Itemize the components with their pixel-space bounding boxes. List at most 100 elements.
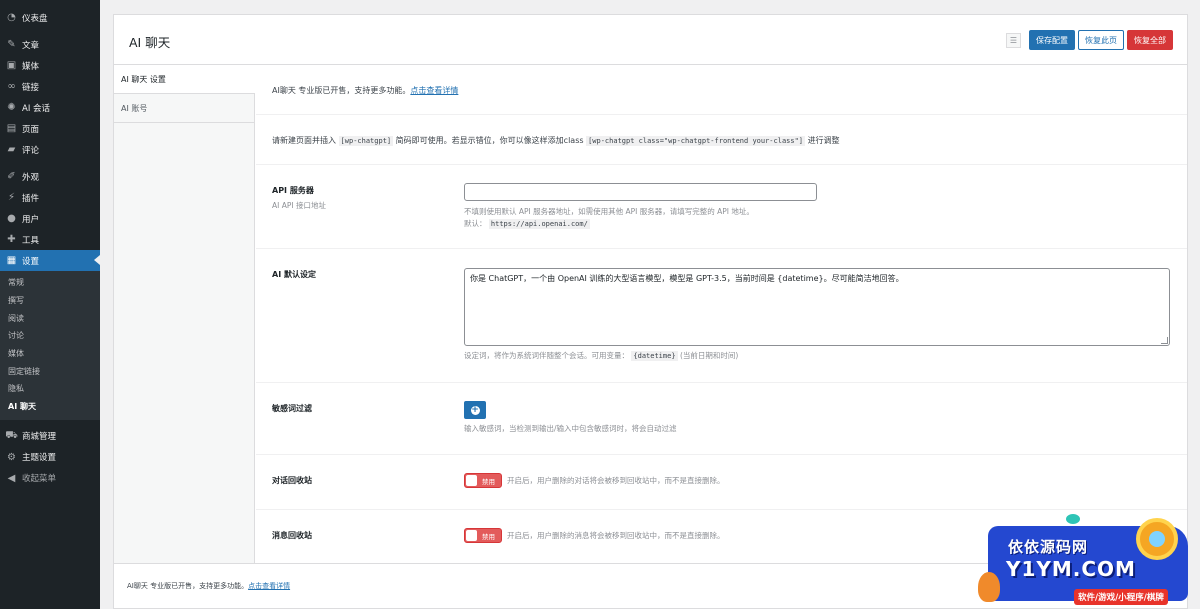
shortcode-code: [wp-chatgpt] xyxy=(338,136,394,146)
settings-tabs: AI 聊天 设置 AI 账号 xyxy=(114,65,255,563)
chat-recycle-toggle[interactable]: 禁用 xyxy=(464,473,502,488)
menu-collapse[interactable]: ◀ 收起菜单 xyxy=(0,468,100,489)
shortcode-class-code: [wp-chatgpt class="wp-chatgpt-frontend y… xyxy=(586,136,806,146)
notice-text: AI聊天 专业版已开售，支持更多功能。 xyxy=(272,86,411,95)
collapse-icon: ◀ xyxy=(7,472,16,484)
user-icon: ● xyxy=(7,213,16,224)
menu-label: 仪表盘 xyxy=(22,13,48,24)
shortcode-text-after: 进行调整 xyxy=(807,136,840,145)
brush-icon: ✐ xyxy=(7,171,16,182)
msg-recycle-toggle-wrap: 禁用 开启后，用户删除的消息将会被移到回收站中，而不是直接删除。 xyxy=(464,528,725,543)
footer-link[interactable]: 点击查看详情 xyxy=(248,582,290,590)
submenu-writing[interactable]: 撰写 xyxy=(0,292,100,310)
menu-users[interactable]: ● 用户 xyxy=(0,208,100,229)
api-server-sublabel: AI API 接口地址 xyxy=(272,201,326,210)
notice-link[interactable]: 点击查看详情 xyxy=(410,86,458,95)
msg-recycle-field: 禁用 开启后，用户删除的消息将会被移到回收站中，而不是直接删除。 xyxy=(464,528,725,543)
watermark-title: 依依源码网 xyxy=(1008,538,1089,556)
api-server-label: API 服务器 xyxy=(272,186,314,195)
menu-label: 插件 xyxy=(22,193,40,204)
menu-label: 链接 xyxy=(22,82,40,93)
cart-icon: ⛟ xyxy=(5,429,18,441)
menu-theme-settings[interactable]: ⚙ 主题设置 xyxy=(0,447,100,468)
menu-label: 外观 xyxy=(22,172,40,183)
sensitive-label: 敏感词过滤 xyxy=(272,404,312,413)
menu-appearance[interactable]: ✐ 外观 xyxy=(0,166,100,187)
gear-icon: ⚙ xyxy=(7,451,16,463)
toggle-label: 禁用 xyxy=(482,533,495,541)
api-server-field: 不填则使用默认 API 服务器地址，如需使用其他 API 服务器，请填写完整的 … xyxy=(464,183,817,230)
add-word-button[interactable]: + xyxy=(464,401,486,419)
resize-grip-icon[interactable] xyxy=(1161,337,1168,344)
page-title: AI 聊天 xyxy=(129,35,171,50)
default-prefix: 默认： xyxy=(464,219,487,228)
msg-recycle-label: 消息回收站 xyxy=(272,531,312,540)
menu-label: 媒体 xyxy=(22,61,40,72)
menu-label: AI 会话 xyxy=(22,103,51,114)
menu-plugins[interactable]: ⚡ 插件 xyxy=(0,187,100,208)
chat-recycle-label: 对话回收站 xyxy=(272,476,312,485)
submenu-permalinks[interactable]: 固定链接 xyxy=(0,362,100,380)
menu-label: 工具 xyxy=(22,235,40,246)
shortcode-text-middle: 简码即可使用。若显示错位，你可以像这样添加class xyxy=(395,136,584,145)
menu-ai-chat-sessions[interactable]: ✺ AI 会话 xyxy=(0,97,100,118)
tab-ai-account[interactable]: AI 账号 xyxy=(114,94,254,123)
api-server-row: API 服务器 AI API 接口地址 不填则使用默认 API 服务器地址，如需… xyxy=(256,165,1187,249)
menu-label: 商城管理 xyxy=(22,432,57,442)
page-icon: ▤ xyxy=(6,123,17,134)
api-server-input[interactable] xyxy=(464,183,817,201)
submenu-general[interactable]: 常规 xyxy=(0,274,100,292)
submenu-ai-chat[interactable]: AI 聊天 xyxy=(0,398,100,416)
ai-default-textarea[interactable]: 你是 ChatGPT，一个由 OpenAI 训练的大型语言模型，模型是 GPT-… xyxy=(464,268,1170,346)
dashboard-icon: ◔ xyxy=(7,12,16,23)
ai-default-desc-after: (当前日期和时间) xyxy=(679,351,739,360)
menu-comments[interactable]: ▰ 评论 xyxy=(0,139,100,160)
restore-page-button[interactable]: 恢复此页 xyxy=(1078,30,1124,50)
menu-tools[interactable]: ✚ 工具 xyxy=(0,229,100,250)
menu-links[interactable]: ∞ 链接 xyxy=(0,76,100,97)
api-server-default: 默认： https://api.openai.com/ xyxy=(464,218,817,230)
magnifier-icon xyxy=(1136,518,1178,560)
menu-label: 收起菜单 xyxy=(22,474,57,484)
sensitive-desc: 输入敏感词，当检测到输出/输入中包含敏感词时，将会自动过滤 xyxy=(464,424,677,433)
sparkle-icon xyxy=(1066,514,1080,524)
tab-ai-chat-settings[interactable]: AI 聊天 设置 xyxy=(114,65,255,94)
chat-recycle-field: 禁用 开启后，用户删除的对话将会被移到回收站中，而不是直接删除。 xyxy=(464,473,725,488)
menu-label: 页面 xyxy=(22,124,40,135)
msg-recycle-toggle[interactable]: 禁用 xyxy=(464,528,502,543)
menu-settings[interactable]: ▦ 设置 xyxy=(0,250,100,271)
menu-pages[interactable]: ▤ 页面 xyxy=(0,118,100,139)
submenu-discussion[interactable]: 讨论 xyxy=(0,327,100,345)
wrench-icon: ✚ xyxy=(7,234,16,245)
settings-submenu: 常规 撰写 阅读 讨论 媒体 固定链接 隐私 AI 聊天 xyxy=(0,271,100,420)
submenu-privacy[interactable]: 隐私 xyxy=(0,380,100,398)
watermark-tagline: 软件/游戏/小程序/棋牌 xyxy=(1074,589,1168,605)
mascot-icon xyxy=(978,572,1000,602)
menu-posts[interactable]: ✎ 文章 xyxy=(0,34,100,55)
watermark-logo: 依依源码网 Y1YM.COM 软件/游戏/小程序/棋牌 xyxy=(978,512,1200,609)
watermark-domain: Y1YM.COM xyxy=(1006,557,1136,581)
toggle-knob xyxy=(466,530,477,541)
menu-media[interactable]: ▣ 媒体 xyxy=(0,55,100,76)
panel-header: AI 聊天 ☰ 保存配置 恢复此页 恢复全部 xyxy=(114,15,1187,65)
datetime-code: {datetime} xyxy=(631,351,678,361)
layout-toggle-icon[interactable]: ☰ xyxy=(1006,32,1021,48)
save-config-button[interactable]: 保存配置 xyxy=(1029,30,1075,50)
ai-default-field: 你是 ChatGPT，一个由 OpenAI 训练的大型语言模型，模型是 GPT-… xyxy=(464,268,1170,362)
link-icon: ∞ xyxy=(7,81,16,92)
ai-default-desc-text: 设定词，将作为系统词伴随整个会话。可用变量： xyxy=(464,351,629,360)
settings-icon: ▦ xyxy=(6,255,17,266)
submenu-reading[interactable]: 阅读 xyxy=(0,309,100,327)
menu-dashboard[interactable]: ◔ 仪表盘 xyxy=(0,7,100,28)
admin-sidebar: ◔ 仪表盘 ✎ 文章 ▣ 媒体 ∞ 链接 ✺ AI 会话 ▤ 页面 ▰ 评论 ✐ 外观 ⚡ 插件 … xyxy=(0,0,100,609)
pro-notice: AI聊天 专业版已开售，支持更多功能。点击查看详情 xyxy=(256,65,1187,115)
shortcode-text-before: 请新建页面并插入 xyxy=(272,136,336,145)
menu-label: 主题设置 xyxy=(22,453,57,463)
restore-all-button[interactable]: 恢复全部 xyxy=(1127,30,1173,50)
menu-shop[interactable]: ⛟ 商城管理 xyxy=(0,426,100,447)
plugin-icon: ⚡ xyxy=(7,192,16,203)
header-actions: ☰ 保存配置 恢复此页 恢复全部 xyxy=(1006,30,1173,50)
menu-label: 设置 xyxy=(22,256,40,267)
msg-recycle-desc: 开启后，用户删除的消息将会被移到回收站中，而不是直接删除。 xyxy=(507,530,725,540)
submenu-media[interactable]: 媒体 xyxy=(0,345,100,363)
